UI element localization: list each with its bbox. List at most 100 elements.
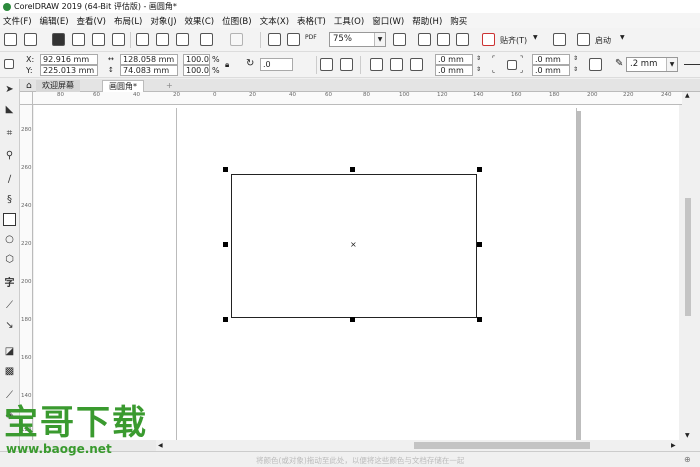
show-grid-icon[interactable]	[437, 33, 450, 46]
scale-x-field[interactable]: 100.0	[183, 54, 210, 65]
selection-handle[interactable]	[477, 317, 482, 322]
parallel-dimension-icon[interactable]: ⟋	[3, 299, 16, 312]
lock-corners-icon[interactable]	[507, 60, 517, 70]
open-folder-icon[interactable]	[24, 33, 37, 46]
cloud-download-icon[interactable]	[72, 33, 85, 46]
publish-pdf-icon[interactable]: PDF	[305, 34, 317, 41]
polygon-tool-icon[interactable]: ⬡	[3, 253, 16, 266]
tab-document[interactable]: 画圆角*	[102, 80, 144, 92]
import-icon[interactable]	[268, 33, 281, 46]
chamfered-corner-icon[interactable]	[410, 58, 423, 71]
selection-handle[interactable]	[350, 317, 355, 322]
line-style-preview[interactable]	[684, 64, 700, 65]
menu-text[interactable]: 文本(X)	[260, 15, 289, 27]
corner-radius-bottom-left[interactable]: .0 mm	[435, 65, 473, 76]
rotation-angle-field[interactable]: .0	[260, 58, 293, 71]
menu-effects[interactable]: 效果(C)	[185, 15, 215, 27]
palette-options-icon[interactable]: ⊕	[684, 455, 691, 464]
cloud-upload-icon[interactable]	[92, 33, 105, 46]
outline-width-combo[interactable]: .2 mm ▼	[626, 57, 678, 72]
scroll-down-icon[interactable]: ▼	[685, 432, 690, 439]
scroll-right-icon[interactable]: ▶	[671, 442, 676, 449]
zoom-tool-icon[interactable]: ⚲	[3, 149, 16, 162]
crop-tool-icon[interactable]: ⌗	[3, 127, 16, 140]
corner-radius-bottom-right[interactable]: .0 mm	[532, 65, 570, 76]
options-gear-icon[interactable]	[553, 33, 566, 46]
show-rulers-icon[interactable]	[418, 33, 431, 46]
shape-tool-icon[interactable]: ◣	[3, 103, 16, 116]
horizontal-scroll-thumb[interactable]	[414, 442, 590, 449]
freehand-tool-icon[interactable]: ∕	[3, 173, 16, 186]
chevron-down-icon[interactable]: ▼	[620, 34, 625, 41]
tab-welcome-screen[interactable]: 欢迎屏幕	[36, 80, 80, 92]
snap-off-icon[interactable]	[482, 33, 495, 46]
mirror-vertical-icon[interactable]	[340, 58, 353, 71]
application-launcher-icon[interactable]	[577, 33, 590, 46]
selection-handle[interactable]	[223, 167, 228, 172]
spinner-icon[interactable]: ⇕	[476, 66, 481, 73]
artistic-media-icon[interactable]: §	[3, 193, 16, 206]
selection-handle[interactable]	[350, 167, 355, 172]
copy-icon[interactable]	[156, 33, 169, 46]
corner-radius-top-right[interactable]: .0 mm	[532, 54, 570, 65]
show-guidelines-icon[interactable]	[456, 33, 469, 46]
launch-menu[interactable]: 启动	[595, 35, 611, 46]
cut-icon[interactable]	[136, 33, 149, 46]
zoom-level-combo[interactable]: 75% ▼	[329, 32, 386, 47]
lock-ratio-icon[interactable]: 🔒︎	[225, 60, 229, 70]
transparency-tool-icon[interactable]: ▩	[3, 365, 16, 378]
chevron-down-icon[interactable]: ▼	[374, 33, 385, 46]
relative-corner-scaling-icon[interactable]	[589, 58, 602, 71]
y-position-field[interactable]: 225.013 mm	[40, 65, 98, 76]
selection-handle[interactable]	[223, 242, 228, 247]
print-icon[interactable]	[112, 33, 125, 46]
x-position-field[interactable]: 92.916 mm	[40, 54, 98, 65]
chevron-down-icon[interactable]: ▼	[533, 34, 538, 41]
menu-table[interactable]: 表格(T)	[297, 15, 326, 27]
menu-window[interactable]: 窗口(W)	[372, 15, 404, 27]
connector-tool-icon[interactable]: ↘	[3, 319, 16, 332]
menu-layout[interactable]: 布局(L)	[114, 15, 142, 27]
full-screen-icon[interactable]	[393, 33, 406, 46]
spinner-icon[interactable]: ⇕	[573, 66, 578, 73]
horizontal-ruler[interactable]: 80 60 40 20 0 20 40 60 80 100 120 140 16…	[33, 92, 700, 105]
reference-point-icon[interactable]	[4, 59, 14, 69]
spinner-icon[interactable]: ⇕	[573, 55, 578, 62]
menu-view[interactable]: 查看(V)	[77, 15, 106, 27]
menu-file[interactable]: 文件(F)	[3, 15, 32, 27]
drop-shadow-icon[interactable]: ◪	[3, 345, 16, 358]
pick-tool-icon[interactable]: ➤	[3, 83, 16, 96]
text-tool-icon[interactable]: 字	[3, 277, 16, 290]
drawing-canvas[interactable]: ×	[34, 105, 679, 440]
menu-object[interactable]: 对象(J)	[150, 15, 176, 27]
chevron-down-icon[interactable]: ▼	[666, 58, 677, 71]
scroll-up-icon[interactable]: ▲	[685, 92, 690, 99]
paste-icon[interactable]	[176, 33, 189, 46]
menu-bitmaps[interactable]: 位图(B)	[222, 15, 251, 27]
ruler-origin[interactable]	[20, 92, 33, 105]
snap-to-menu[interactable]: 贴齐(T)	[500, 35, 527, 46]
menu-help[interactable]: 帮助(H)	[412, 15, 442, 27]
rectangle-tool-icon[interactable]	[3, 213, 16, 226]
eyedropper-tool-icon[interactable]: ⟋	[3, 389, 16, 402]
export-icon[interactable]	[287, 33, 300, 46]
width-field[interactable]: 128.058 mm	[120, 54, 178, 65]
spinner-icon[interactable]: ⇕	[476, 55, 481, 62]
undo-icon[interactable]	[200, 33, 213, 46]
menu-tools[interactable]: 工具(O)	[334, 15, 364, 27]
vertical-ruler[interactable]: 280 260 240 220 200 180 160 140 120	[20, 105, 33, 441]
selection-handle[interactable]	[477, 167, 482, 172]
add-tab-icon[interactable]: +	[160, 80, 179, 92]
round-corner-icon[interactable]	[370, 58, 383, 71]
vertical-scroll-thumb[interactable]	[685, 198, 691, 316]
vertical-scrollbar[interactable]: ▲ ▼	[682, 92, 700, 441]
selection-handle[interactable]	[477, 242, 482, 247]
ellipse-tool-icon[interactable]: ○	[3, 233, 16, 246]
redo-icon[interactable]	[230, 33, 243, 46]
height-field[interactable]: 74.083 mm	[120, 65, 178, 76]
mirror-horizontal-icon[interactable]	[320, 58, 333, 71]
scalloped-corner-icon[interactable]	[390, 58, 403, 71]
save-icon[interactable]	[52, 33, 65, 46]
scale-y-field[interactable]: 100.0	[183, 65, 210, 76]
corner-radius-top-left[interactable]: .0 mm	[435, 54, 473, 65]
